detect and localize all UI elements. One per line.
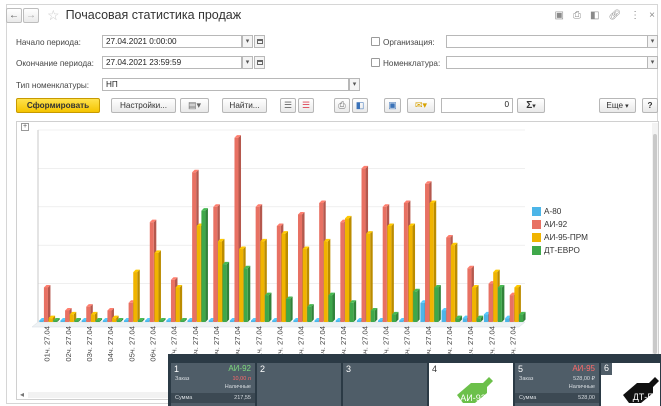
bar-АИ-95-ПРМ[interactable] bbox=[450, 242, 458, 322]
pump-tile-3[interactable]: 3 bbox=[343, 363, 428, 406]
pump-fuel: АИ-95 bbox=[572, 364, 595, 373]
pump-fuel: АИ-92 bbox=[228, 364, 251, 373]
bar-АИ-92[interactable] bbox=[43, 284, 51, 322]
bar-ДТ-ЕВРО[interactable] bbox=[370, 307, 378, 322]
x-tick-label: 06ч. 27.04 bbox=[149, 326, 158, 362]
legend-item: А-80 bbox=[532, 205, 588, 218]
fuel-pumps-panel: 1 АИ-92 Заказ 10,00 л Наличные Сумма 217… bbox=[168, 354, 661, 406]
pump-sum-value: 528,00 bbox=[578, 395, 595, 401]
legend-label: А-80 bbox=[544, 207, 562, 216]
fuel-nozzle-icon: ДТ-Е bbox=[623, 377, 659, 403]
legend-swatch bbox=[532, 246, 541, 255]
bar-ДТ-ЕВРО[interactable] bbox=[222, 261, 230, 322]
pump-sum-row: Сумма 528,00 bbox=[515, 393, 599, 403]
bar-ДТ-ЕВРО[interactable] bbox=[307, 304, 314, 322]
legend-item: АИ-92 bbox=[532, 218, 588, 231]
pump-tile-4[interactable]: 4 АИ-92 bbox=[429, 363, 514, 406]
x-tick-label: 05ч. 27.04 bbox=[127, 326, 136, 362]
scroll-left-icon[interactable]: ◂ bbox=[20, 390, 24, 399]
pump-number: 2 bbox=[260, 364, 266, 374]
pump-sum-label: Сумма bbox=[175, 395, 193, 401]
pump-sum-row: Сумма 217,55 bbox=[171, 393, 255, 403]
bar-ДТ-ЕВРО[interactable] bbox=[349, 300, 357, 322]
bar-ДТ-ЕВРО[interactable] bbox=[391, 311, 399, 322]
bar-ДТ-ЕВРО[interactable] bbox=[328, 292, 335, 322]
pump-badge: АИ-92 bbox=[460, 393, 485, 403]
legend-label: АИ-95-ПРМ bbox=[544, 233, 588, 242]
chart-legend: А-80 АИ-92 АИ-95-ПРМ ДТ-ЕВРО bbox=[532, 205, 588, 257]
pump-number: 3 bbox=[346, 364, 352, 374]
bar-АИ-95-ПРМ[interactable] bbox=[472, 284, 479, 322]
vertical-scroll-thumb[interactable] bbox=[653, 134, 657, 354]
fuel-nozzle-icon: АИ-92 bbox=[457, 377, 493, 403]
pump-order-label: Заказ bbox=[519, 376, 534, 382]
bar-АИ-95-ПРМ[interactable] bbox=[366, 231, 373, 322]
pump-tile-5[interactable]: 5 АИ-95 Заказ 528,00 ₽ Наличные Сумма 52… bbox=[515, 363, 600, 406]
x-tick-label: 01ч. 27.04 bbox=[43, 326, 52, 362]
pump-sum-value: 217,55 bbox=[234, 395, 251, 401]
legend-label: АИ-92 bbox=[544, 220, 568, 229]
pump-order-value: 528,00 ₽ bbox=[573, 376, 595, 382]
pump-number: 6 bbox=[601, 363, 613, 375]
bar-ДТ-ЕВРО[interactable] bbox=[286, 296, 293, 322]
bar-АИ-95-ПРМ[interactable] bbox=[154, 250, 161, 322]
bar-ДТ-ЕВРО[interactable] bbox=[434, 284, 441, 322]
bar-ДТ-ЕВРО[interactable] bbox=[201, 208, 208, 322]
bar-ДТ-ЕВРО[interactable] bbox=[264, 292, 272, 322]
pump-sum-label: Сумма bbox=[519, 395, 537, 401]
pump-order-value: 10,00 л bbox=[232, 376, 251, 382]
legend-item: ДТ-ЕВРО bbox=[532, 244, 588, 257]
bar-АИ-95-ПРМ[interactable] bbox=[133, 269, 140, 322]
x-tick-label: 04ч. 27.04 bbox=[106, 326, 115, 362]
pump-order-label: Заказ bbox=[175, 376, 190, 382]
x-tick-label: 02ч. 27.04 bbox=[64, 326, 73, 362]
bar-ДТ-ЕВРО[interactable] bbox=[243, 265, 251, 322]
bar-АИ-95-ПРМ[interactable] bbox=[387, 223, 394, 323]
sales-chart: 01ч. 27.04 02ч. 27.04 03ч. 27.04 04ч. 27.04… bbox=[31, 129, 526, 362]
pump-number: 1 bbox=[174, 364, 180, 374]
pump-tile-1[interactable]: 1 АИ-92 Заказ 10,00 л Наличные Сумма 217… bbox=[171, 363, 256, 406]
pump-badge: ДТ-Е bbox=[633, 392, 654, 402]
pump-pay-type: Наличные bbox=[568, 384, 595, 390]
x-tick-label: 03ч. 27.04 bbox=[85, 326, 94, 362]
pump-number: 4 bbox=[432, 364, 438, 374]
pump-pay-type: Наличные bbox=[224, 384, 251, 390]
legend-label: ДТ-ЕВРО bbox=[544, 246, 580, 255]
bar-ДТ-ЕВРО[interactable] bbox=[497, 284, 505, 322]
pump-number: 5 bbox=[518, 364, 524, 374]
legend-swatch bbox=[532, 207, 541, 216]
legend-swatch bbox=[532, 233, 541, 242]
legend-swatch bbox=[532, 220, 541, 229]
bar-ДТ-ЕВРО[interactable] bbox=[413, 288, 420, 322]
pump-tile-2[interactable]: 2 bbox=[257, 363, 342, 406]
bar-ДТ-ЕВРО[interactable] bbox=[519, 311, 526, 322]
pump-tile-6[interactable]: 6 ДТ-Е bbox=[601, 363, 661, 406]
legend-item: АИ-95-ПРМ bbox=[532, 231, 588, 244]
bar-АИ-95-ПРМ[interactable] bbox=[175, 284, 183, 322]
